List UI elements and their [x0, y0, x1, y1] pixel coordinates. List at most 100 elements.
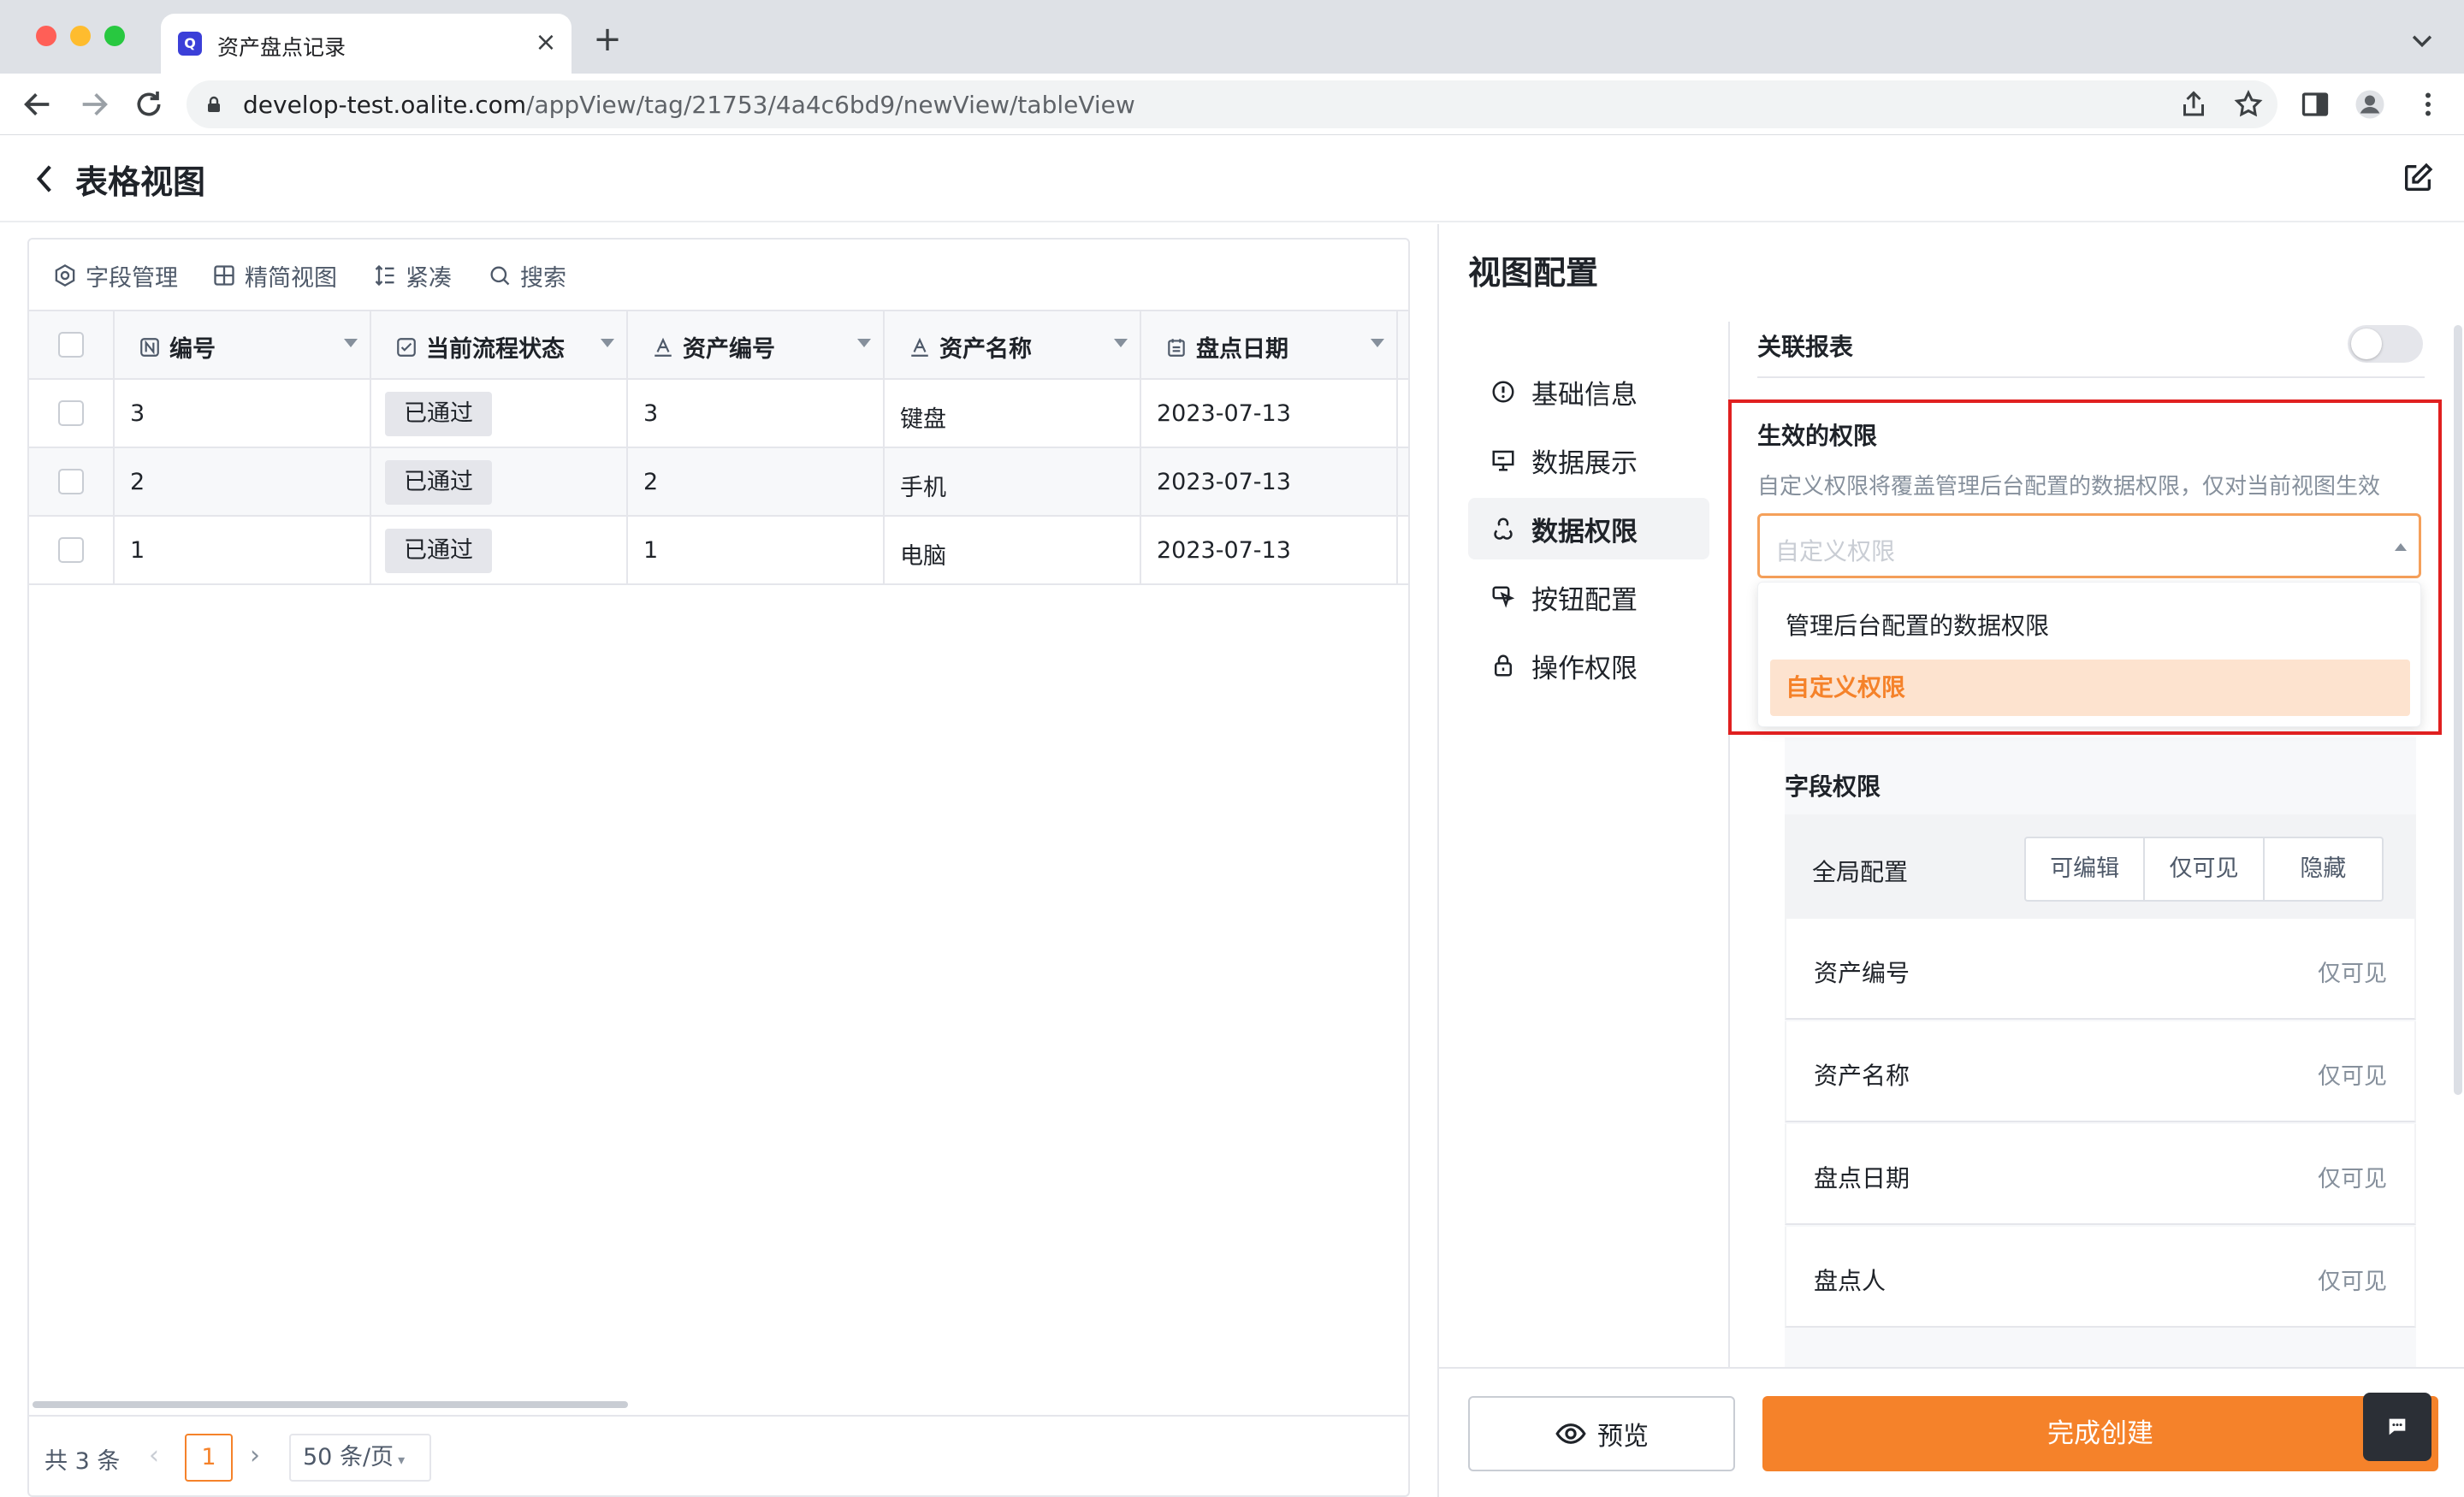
- table-row[interactable]: 2 已通过 2 手机 2023-07-13: [29, 448, 1408, 517]
- share-icon[interactable]: [2178, 89, 2209, 120]
- column-label: 当前流程状态: [426, 336, 565, 363]
- nav-label: 操作权限: [1531, 653, 1638, 684]
- search-button[interactable]: 搜索: [488, 257, 566, 294]
- side-panel-icon[interactable]: [2300, 89, 2331, 120]
- address-bar[interactable]: develop-test.oalite.com/appView/tag/2175…: [187, 80, 2277, 128]
- checkbox-field-icon: [397, 337, 416, 357]
- line-height-icon: [375, 264, 394, 287]
- cell-asset-name: 电脑: [900, 543, 946, 570]
- row-checkbox[interactable]: [58, 469, 84, 494]
- close-window-button[interactable]: [36, 26, 56, 46]
- column-header-status[interactable]: 当前流程状态: [371, 311, 628, 380]
- bookmark-star-icon[interactable]: [2233, 89, 2264, 120]
- select-all-column: [29, 311, 115, 380]
- page-size-select[interactable]: 50 条/页 ▾: [289, 1434, 431, 1482]
- field-name: 盘点人: [1814, 1267, 1886, 1295]
- column-menu-caret-icon[interactable]: [1114, 339, 1128, 347]
- preview-button[interactable]: 预览: [1468, 1396, 1735, 1471]
- prev-page-icon[interactable]: ‹: [149, 1441, 159, 1470]
- column-header-date[interactable]: 盘点日期: [1141, 311, 1398, 380]
- nav-item-button-config[interactable]: 按钮配置: [1468, 566, 1709, 628]
- profile-avatar-icon[interactable]: [2354, 89, 2385, 120]
- linked-report-toggle[interactable]: [2348, 325, 2423, 363]
- field-permission-value[interactable]: 仅可见: [2318, 1263, 2387, 1296]
- field-permission-row[interactable]: 盘点人 仅可见: [1785, 1227, 2416, 1328]
- field-permission-value[interactable]: 仅可见: [2318, 1057, 2387, 1091]
- nav-item-data-display[interactable]: 数据展示: [1468, 429, 1709, 491]
- field-manage-label: 字段管理: [86, 264, 178, 292]
- column-header-id[interactable]: 编号: [115, 311, 371, 380]
- field-name: 盘点日期: [1814, 1164, 1910, 1192]
- field-permission-row[interactable]: 资产编号 仅可见: [1785, 919, 2416, 1020]
- cell-asset-name: 手机: [900, 475, 946, 501]
- reload-icon[interactable]: [132, 87, 166, 121]
- calendar-icon: [1168, 338, 1185, 357]
- field-permission-row[interactable]: 盘点日期 仅可见: [1785, 1124, 2416, 1225]
- status-badge: 已通过: [385, 529, 492, 573]
- column-menu-caret-icon[interactable]: [1371, 339, 1384, 347]
- annotation-highlight-box: [1728, 399, 2442, 735]
- segment-hidden[interactable]: 隐藏: [2265, 838, 2382, 900]
- next-page-icon[interactable]: ›: [250, 1441, 260, 1470]
- browser-tab[interactable]: Q 资产盘点记录 ×: [161, 14, 572, 74]
- row-checkbox[interactable]: [58, 537, 84, 563]
- chat-button[interactable]: [2363, 1393, 2431, 1461]
- nav-label: 按钮配置: [1531, 584, 1638, 616]
- back-chevron-icon[interactable]: [31, 163, 58, 195]
- finish-create-button[interactable]: 完成创建: [1762, 1396, 2438, 1471]
- field-permission-value[interactable]: 仅可见: [2318, 1160, 2387, 1193]
- browser-toolbar: develop-test.oalite.com/appView/tag/2175…: [0, 74, 2464, 135]
- forward-arrow-icon[interactable]: [77, 87, 111, 121]
- pagination: 共 3 条 ‹ 1 › 50 条/页 ▾: [29, 1415, 1408, 1497]
- density-label: 紧凑: [406, 264, 452, 292]
- row-density-button[interactable]: 紧凑: [373, 257, 452, 294]
- divider: [1757, 376, 2425, 378]
- search-icon: [490, 266, 510, 286]
- nav-item-operation-permission[interactable]: 操作权限: [1468, 635, 1709, 696]
- column-label: 资产名称: [939, 336, 1032, 363]
- status-badge: 已通过: [385, 392, 492, 436]
- new-tab-button[interactable]: +: [590, 22, 625, 56]
- row-checkbox[interactable]: [58, 400, 84, 426]
- column-menu-caret-icon[interactable]: [857, 339, 871, 347]
- cell-asset-no: 3: [643, 400, 659, 427]
- cell-asset-name: 键盘: [900, 406, 946, 433]
- column-menu-caret-icon[interactable]: [344, 339, 358, 347]
- lock-icon[interactable]: [204, 94, 224, 115]
- field-manage-button[interactable]: 字段管理: [53, 257, 178, 294]
- field-permission-row[interactable]: 资产名称 仅可见: [1785, 1021, 2416, 1122]
- nav-item-data-permission[interactable]: 数据权限: [1468, 498, 1709, 559]
- table-row[interactable]: 3 已通过 3 键盘 2023-07-13: [29, 380, 1408, 448]
- compact-view-button[interactable]: 精简视图: [212, 257, 337, 294]
- field-permission-value[interactable]: 仅可见: [2318, 955, 2387, 988]
- horizontal-scrollbar[interactable]: [33, 1401, 628, 1408]
- back-arrow-icon[interactable]: [21, 87, 55, 121]
- column-header-asset-no[interactable]: 资产编号: [628, 311, 885, 380]
- browser-tab-strip: Q 资产盘点记录 × +: [0, 0, 2464, 74]
- nav-item-basic-info[interactable]: 基础信息: [1468, 361, 1709, 423]
- cell-asset-no: 2: [643, 469, 659, 495]
- status-badge: 已通过: [385, 460, 492, 505]
- column-header-asset-name[interactable]: 资产名称: [885, 311, 1141, 380]
- page-number-button[interactable]: 1: [185, 1434, 233, 1482]
- close-tab-icon[interactable]: ×: [529, 26, 563, 60]
- column-menu-caret-icon[interactable]: [601, 339, 614, 347]
- edit-icon[interactable]: [2401, 161, 2435, 195]
- text-field-icon: [654, 337, 672, 357]
- cell-id: 2: [130, 469, 145, 495]
- number-field-icon: [140, 337, 159, 357]
- vertical-scrollbar[interactable]: [2454, 325, 2462, 1095]
- minimize-window-button[interactable]: [70, 26, 91, 46]
- table-row[interactable]: 1 已通过 1 电脑 2023-07-13: [29, 517, 1408, 585]
- cell-date: 2023-07-13: [1157, 469, 1291, 495]
- favicon-icon: Q: [178, 32, 202, 56]
- segment-editable[interactable]: 可编辑: [2026, 838, 2146, 900]
- select-all-checkbox[interactable]: [58, 332, 84, 358]
- segment-view-only[interactable]: 仅可见: [2145, 838, 2265, 900]
- maximize-window-button[interactable]: [104, 26, 125, 46]
- kebab-menu-icon[interactable]: [2413, 89, 2443, 120]
- tab-search-icon[interactable]: [2408, 26, 2437, 55]
- click-icon: [1492, 586, 1515, 608]
- text-field-icon: [911, 337, 928, 357]
- config-footer: 预览 完成创建: [1439, 1367, 2464, 1497]
